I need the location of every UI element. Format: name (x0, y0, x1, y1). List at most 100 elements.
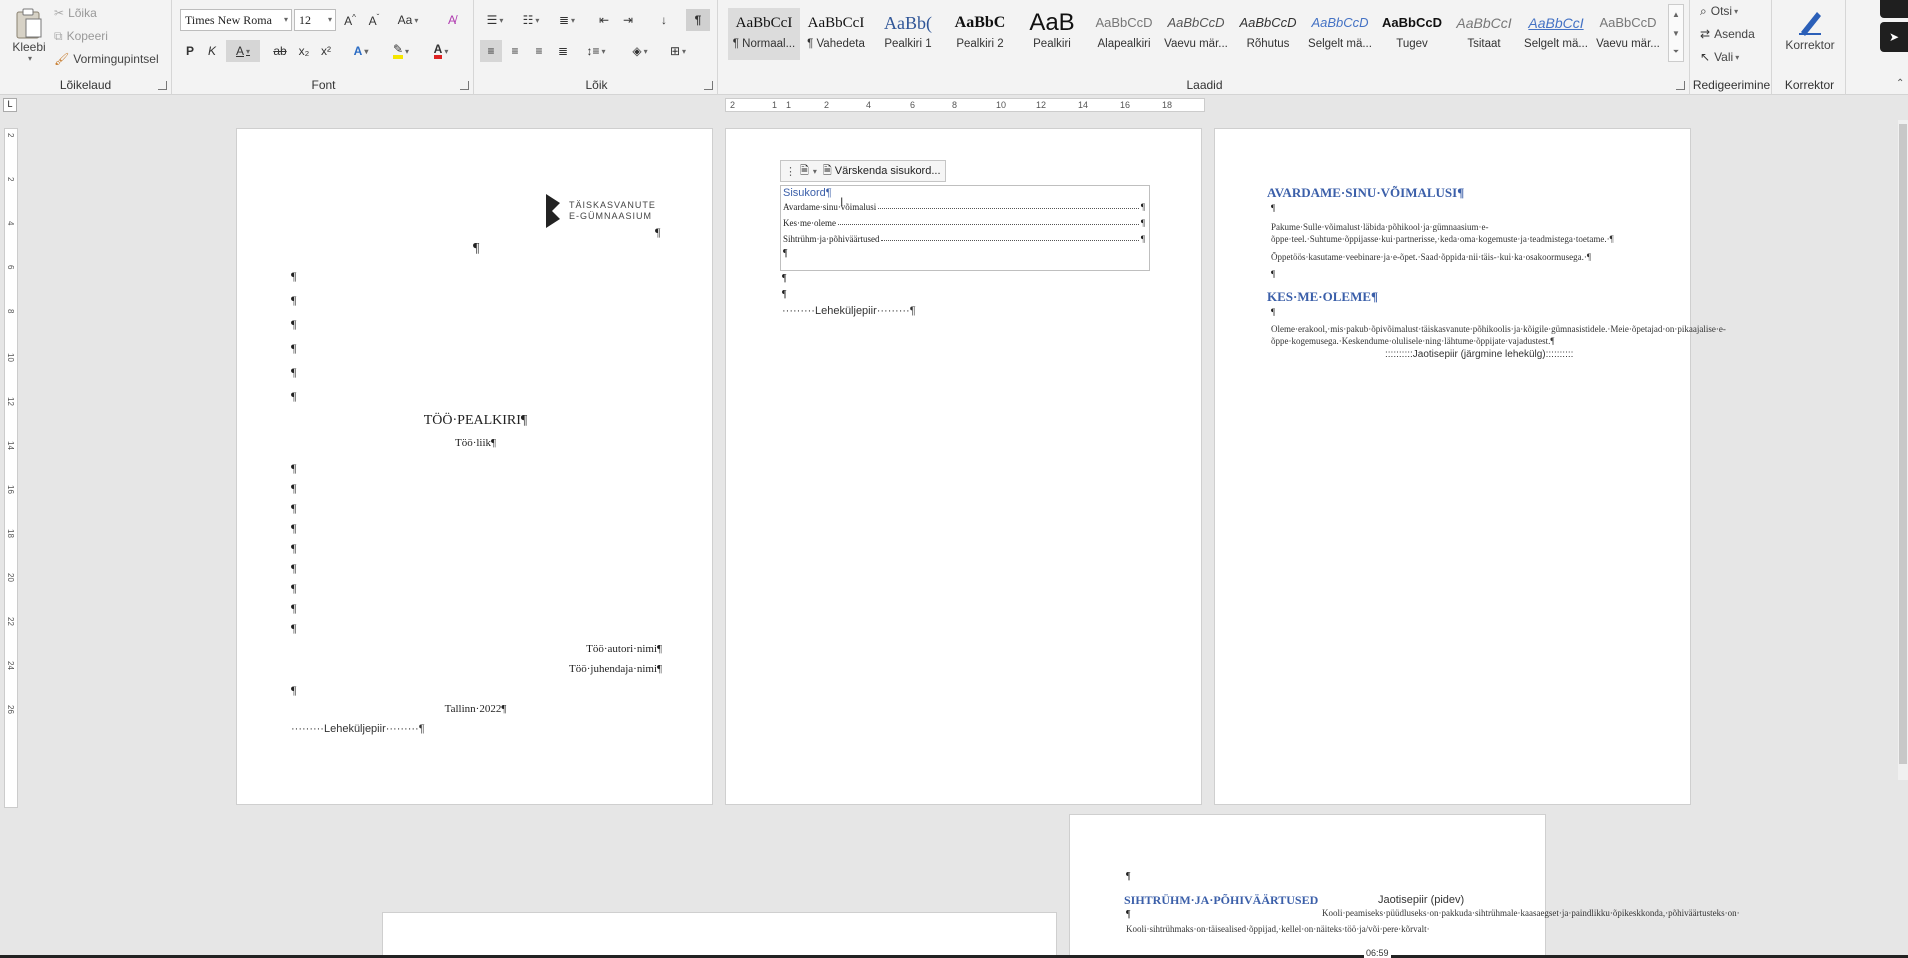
highlight-button[interactable]: ✎ ▾ (384, 40, 418, 62)
grow-font-button[interactable]: A^ (340, 10, 360, 30)
superscript-button[interactable]: x² (316, 40, 336, 62)
clear-formatting-button[interactable]: A̸ (442, 10, 462, 30)
style-6[interactable]: AaBbCcD Alapealkiri (1088, 8, 1160, 60)
document-title[interactable]: TÖÖ·PEALKIRI¶ (237, 413, 714, 429)
style-3[interactable]: AaBb(Pealkiri 1 (872, 8, 944, 60)
underline-button[interactable]: A ▾ (226, 40, 260, 62)
update-toc-button[interactable]: Värskenda sisukord... (835, 165, 941, 177)
paragraph-about[interactable]: Oleme·erakool,·mis·pakub·õpivõimalust·tä… (1271, 323, 1726, 347)
tab-selector[interactable]: L (3, 98, 17, 112)
heading-sihtruhm[interactable]: SIHTRÜHM·JA·PÕHIVÄÄRTUSED (1124, 893, 1318, 908)
align-left-button[interactable]: ≡ (480, 40, 502, 62)
scrollbar-thumb[interactable] (1899, 124, 1907, 764)
change-case-button[interactable]: Aa ▾ (394, 10, 422, 30)
toc-entry[interactable]: Sihtrühm·ja·põhiväärtused ¶ (783, 234, 1145, 244)
editing-group: ⌕ Otsi ▾ ⇄ Asenda ↖ Vali ▾ Redigeerimine (1692, 0, 1772, 95)
send-icon[interactable]: ➤ (1880, 22, 1908, 52)
italic-button[interactable]: K (202, 40, 222, 62)
numbering-button[interactable]: ☷ ▾ (516, 10, 546, 30)
dialog-launcher-icon[interactable] (460, 81, 469, 90)
style-8[interactable]: AaBbCcD Rõhutus (1232, 8, 1304, 60)
paragraph-offer[interactable]: Pakume·Sulle·võimalust·läbida·põhikool·j… (1271, 221, 1641, 245)
editor-button[interactable]: Korrektor (1778, 2, 1842, 58)
dialog-launcher-icon[interactable] (1676, 81, 1685, 90)
drag-handle-icon[interactable]: ⋮ (785, 165, 796, 178)
column-2-text[interactable]: Kooli·peamiseks·püüdluseks·on·pakkuda·si… (1322, 907, 1740, 919)
line-spacing-button[interactable]: ↕≡ ▾ (580, 40, 612, 62)
shrink-font-button[interactable]: Aˇ (364, 10, 384, 30)
vertical-ruler[interactable]: 2 2 4 6 8 10 12 14 16 18 20 22 24 26 (4, 128, 18, 808)
style-13[interactable]: AaBbCcD Vaevu mär... (1592, 8, 1664, 60)
strikethrough-button[interactable]: ab (270, 40, 290, 62)
show-formatting-button[interactable]: ¶ (686, 9, 710, 31)
gallery-scroll[interactable]: ▲ ▼ ⏷ (1668, 4, 1684, 62)
bullets-button[interactable]: ☰ ▾ (480, 10, 510, 30)
style-preview: AaBbCcI (1528, 15, 1584, 31)
toc-title[interactable]: Sisukord¶ (783, 187, 832, 199)
select-button[interactable]: ↖ Vali ▾ (1700, 48, 1739, 66)
column-1-text[interactable]: Kooli·sihtrühmaks·on·täisealised·õppijad… (1126, 923, 1430, 935)
font-size-combo[interactable]: 12 ▾ (294, 9, 336, 31)
expand-gallery-icon[interactable]: ⏷ (1669, 43, 1683, 61)
page-3[interactable]: AVARDAME·SINU·VÕIMALUSI¶ ¶ Pakume·Sulle·… (1214, 128, 1726, 805)
page-1[interactable]: TÄISKASVANUTE E-GÜMNAASIUM ¶ ¶ ¶ ¶ ¶ ¶ ¶ ¶ TÖ… (236, 128, 713, 805)
document-icon[interactable]: 🗎 (800, 162, 809, 181)
cursor-icon: ↖ (1700, 50, 1711, 64)
style-5[interactable]: AaB Pealkiri (1016, 8, 1088, 60)
borders-button[interactable]: ⊞ ▾ (662, 40, 694, 62)
paragraph-learning[interactable]: Õppetöös·kasutame·veebinare·ja·e-õpet.·S… (1271, 251, 1641, 263)
chevron-down-icon: ▾ (246, 46, 251, 56)
collapse-ribbon-icon[interactable]: ⌃ (1896, 78, 1904, 89)
paste-button[interactable]: Kleebi ▾ (8, 4, 50, 66)
align-center-button[interactable]: ≡ (504, 40, 526, 62)
toc-entry[interactable]: Kes·me·oleme ¶ (783, 218, 1145, 228)
multilevel-list-icon: ≣ (558, 13, 570, 27)
increase-indent-button[interactable]: ⇥ (618, 10, 638, 30)
copy-button[interactable]: ⧉ Kopeeri (54, 27, 108, 45)
heading-avardame[interactable]: AVARDAME·SINU·VÕIMALUSI¶ (1267, 185, 1464, 201)
find-button[interactable]: ⌕ Otsi ▾ (1700, 2, 1738, 20)
toc-content-control[interactable]: Sisukord¶ Avardame·sinu·võimalusi ¶ Kes·me… (780, 185, 1150, 271)
decrease-indent-button[interactable]: ⇤ (594, 10, 614, 30)
author-name[interactable]: Töö·autori·nimi¶ (586, 643, 662, 655)
ruler-tick: 2 (6, 133, 15, 138)
style-7[interactable]: AaBbCcD Vaevu mär... (1160, 8, 1232, 60)
place-year[interactable]: Tallinn·2022¶ (237, 703, 714, 715)
document-type[interactable]: Töö·liik¶ (237, 437, 714, 449)
window-control[interactable] (1880, 0, 1908, 18)
page-4[interactable]: ¶ SIHTRÜHM·JA·PÕHIVÄÄRTUSED Jaotisepiir … (1069, 814, 1740, 958)
shading-button[interactable]: ◈ ▾ (624, 40, 656, 62)
chevron-down-icon[interactable]: ▼ (1669, 24, 1683, 43)
replace-button[interactable]: ⇄ Asenda (1700, 25, 1755, 43)
bold-button[interactable]: P (180, 40, 200, 62)
subscript-button[interactable]: x₂ (294, 40, 314, 62)
style-4[interactable]: AaBbC Pealkiri 2 (944, 8, 1016, 60)
format-painter-button[interactable]: 🖌 Vormingupintsel (54, 50, 159, 68)
dialog-launcher-icon[interactable] (704, 81, 713, 90)
toc-entry[interactable]: Avardame·sinu·võimalusi ¶ (783, 202, 1145, 212)
sort-button[interactable]: ↓ (654, 10, 674, 30)
style-12[interactable]: AaBbCcI Selgelt mä... (1520, 8, 1592, 60)
style-9[interactable]: AaBbCcD Selgelt mä... (1304, 8, 1376, 60)
text-effects-button[interactable]: A ▾ (346, 40, 376, 62)
page-2[interactable]: ⋮ 🗎 ▾ 🗎 Värskenda sisukord... Sisukord¶ … (725, 128, 1202, 805)
style-2[interactable]: AaBbCcI ¶ Vahedeta (800, 8, 872, 60)
heading-kes-me-oleme[interactable]: KES·ME·OLEME¶ (1267, 289, 1378, 305)
chevron-up-icon[interactable]: ▲ (1669, 5, 1683, 24)
align-right-button[interactable]: ≡ (528, 40, 550, 62)
pilcrow: ¶ (655, 225, 661, 239)
multilevel-list-button[interactable]: ≣ ▾ (552, 10, 582, 30)
page-5[interactable] (382, 912, 1057, 958)
justify-button[interactable]: ≣ (552, 40, 574, 62)
supervisor-name[interactable]: Töö·juhendaja·nimi¶ (569, 663, 662, 675)
style-1[interactable]: AaBbCcI ¶ Normaal... (728, 8, 800, 60)
chevron-down-icon[interactable]: ▾ (813, 167, 817, 176)
font-color-button[interactable]: A ▾ (424, 40, 458, 62)
style-11[interactable]: AaBbCcI Tsitaat (1448, 8, 1520, 60)
font-name-combo[interactable]: Times New Roma ▾ (180, 9, 292, 31)
style-10[interactable]: AaBbCcD Tugev (1376, 8, 1448, 60)
horizontal-ruler[interactable]: 2 1 1 2 4 6 8 10 12 14 16 18 (725, 98, 1205, 112)
ruler-tick: 24 (6, 661, 15, 670)
dialog-launcher-icon[interactable] (158, 81, 167, 90)
cut-button[interactable]: ✂ Lõika (54, 4, 97, 22)
